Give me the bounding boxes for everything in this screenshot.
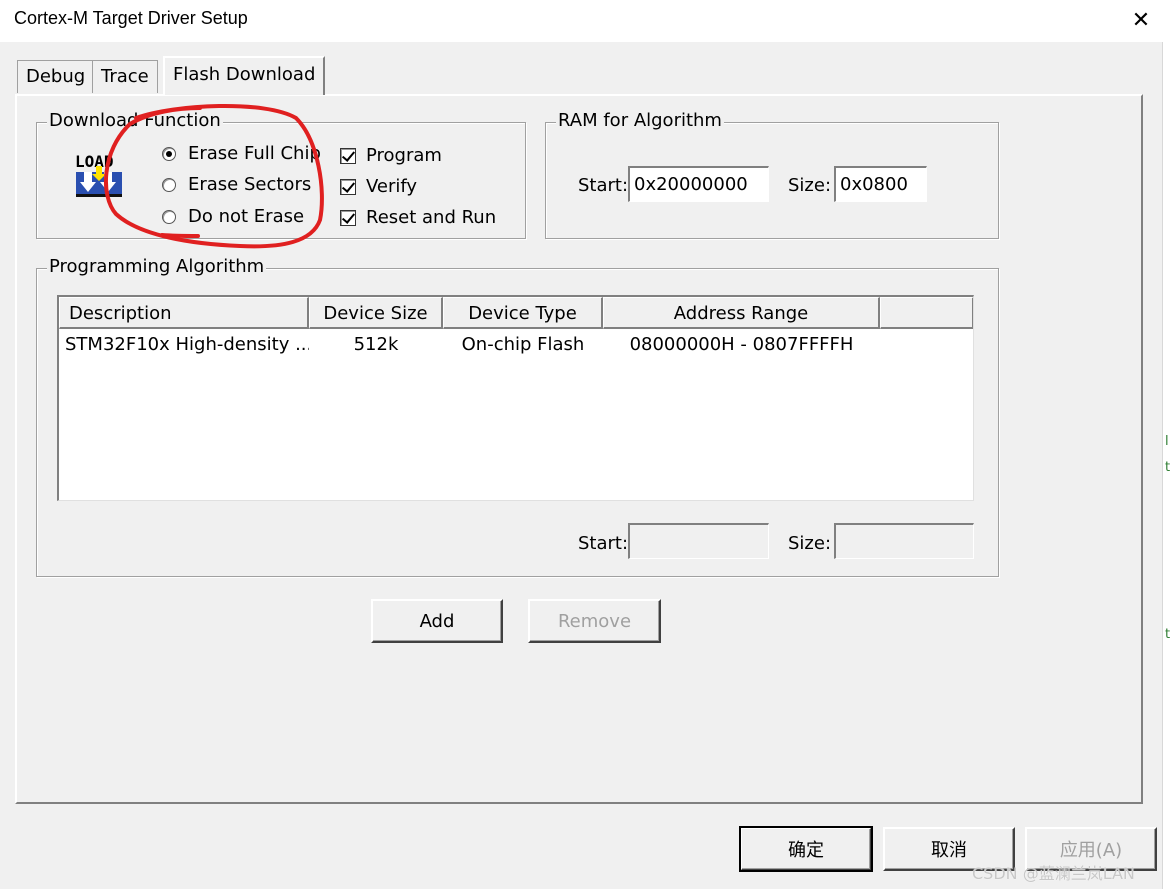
row-device-type: On-chip Flash — [461, 334, 585, 355]
program-checkbox[interactable]: Program — [340, 145, 442, 166]
table-row[interactable]: STM32F10x High-density ... 512k On-chip … — [59, 331, 973, 359]
do-not-erase-radio[interactable]: Do not Erase — [162, 206, 304, 227]
load-icon-text: LOAD — [75, 152, 114, 171]
download-function-legend: Download Function — [47, 110, 223, 131]
verify-checkbox-box[interactable] — [340, 178, 356, 195]
ram-start-label: Start: — [578, 175, 629, 196]
erase-sectors-radio-button[interactable] — [162, 177, 176, 192]
row-description: STM32F10x High-density ... — [65, 334, 309, 355]
column-description[interactable]: Description — [59, 297, 309, 329]
algo-size-label: Size: — [788, 533, 832, 554]
row-device-size: 512k — [353, 334, 399, 355]
do-not-erase-label: Do not Erase — [188, 206, 305, 227]
algo-start-label: Start: — [578, 533, 629, 554]
algorithm-list-header: Description Device Size Device Type Addr… — [59, 297, 973, 329]
ram-size-label: Size: — [788, 175, 832, 196]
algorithm-list[interactable]: Description Device Size Device Type Addr… — [57, 295, 974, 501]
reset-and-run-checkbox-box[interactable] — [340, 209, 356, 226]
close-icon[interactable]: ✕ — [1127, 6, 1155, 34]
ram-for-algorithm-legend: RAM for Algorithm — [556, 110, 724, 131]
reset-and-run-checkbox[interactable]: Reset and Run — [340, 207, 496, 228]
column-device-size[interactable]: Device Size — [309, 297, 443, 329]
tab-flash-download[interactable]: Flash Download — [163, 56, 326, 95]
reset-and-run-label: Reset and Run — [366, 207, 497, 228]
background-window-edge: l t t — [1162, 42, 1173, 889]
erase-sectors-label: Erase Sectors — [188, 174, 312, 195]
verify-label: Verify — [366, 176, 418, 197]
erase-sectors-radio[interactable]: Erase Sectors — [162, 174, 311, 195]
do-not-erase-radio-button[interactable] — [162, 209, 176, 224]
erase-full-chip-radio[interactable]: Erase Full Chip — [162, 143, 321, 164]
load-icon: LOAD — [75, 152, 122, 197]
algo-size-input[interactable] — [834, 523, 974, 559]
algo-start-input[interactable] — [628, 523, 769, 559]
ram-start-input[interactable] — [628, 166, 769, 202]
window-title: Cortex-M Target Driver Setup — [14, 8, 248, 28]
program-checkbox-box[interactable] — [340, 147, 356, 164]
ram-size-input[interactable] — [834, 166, 927, 202]
verify-checkbox[interactable]: Verify — [340, 176, 417, 197]
column-device-type[interactable]: Device Type — [443, 297, 603, 329]
column-address-range[interactable]: Address Range — [603, 297, 880, 329]
watermark: CSDN @蓝澜兰岚LAN — [972, 864, 1135, 883]
erase-full-chip-label: Erase Full Chip — [188, 143, 321, 164]
erase-full-chip-radio-button[interactable] — [162, 146, 176, 161]
tab-trace[interactable]: Trace — [92, 60, 158, 93]
title-bar: Cortex-M Target Driver Setup ✕ — [0, 0, 1173, 42]
program-label: Program — [366, 145, 442, 166]
column-filler — [880, 297, 973, 329]
programming-algorithm-legend: Programming Algorithm — [47, 256, 267, 277]
tab-debug[interactable]: Debug — [17, 60, 95, 93]
add-button[interactable]: Add — [371, 599, 503, 643]
remove-button[interactable]: Remove — [528, 599, 661, 643]
ok-button[interactable]: 确定 — [739, 826, 873, 872]
row-address-range: 08000000H - 0807FFFFH — [629, 334, 854, 355]
